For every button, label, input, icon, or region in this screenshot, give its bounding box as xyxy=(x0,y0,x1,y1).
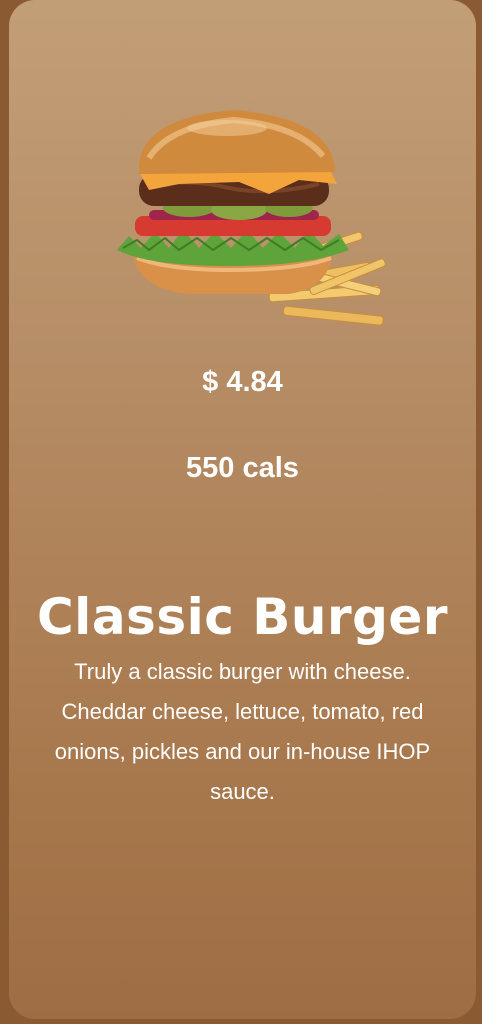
menu-item-card[interactable]: $ 4.84 550 cals Classic Burger Truly a c… xyxy=(9,0,476,1019)
item-title: Classic Burger xyxy=(36,588,448,646)
item-description: Truly a classic burger with cheese. Ched… xyxy=(54,659,431,804)
calories-label: 550 cals xyxy=(186,452,299,484)
price-label: $ 4.84 xyxy=(202,366,283,398)
burger-with-fries-image xyxy=(117,110,386,326)
